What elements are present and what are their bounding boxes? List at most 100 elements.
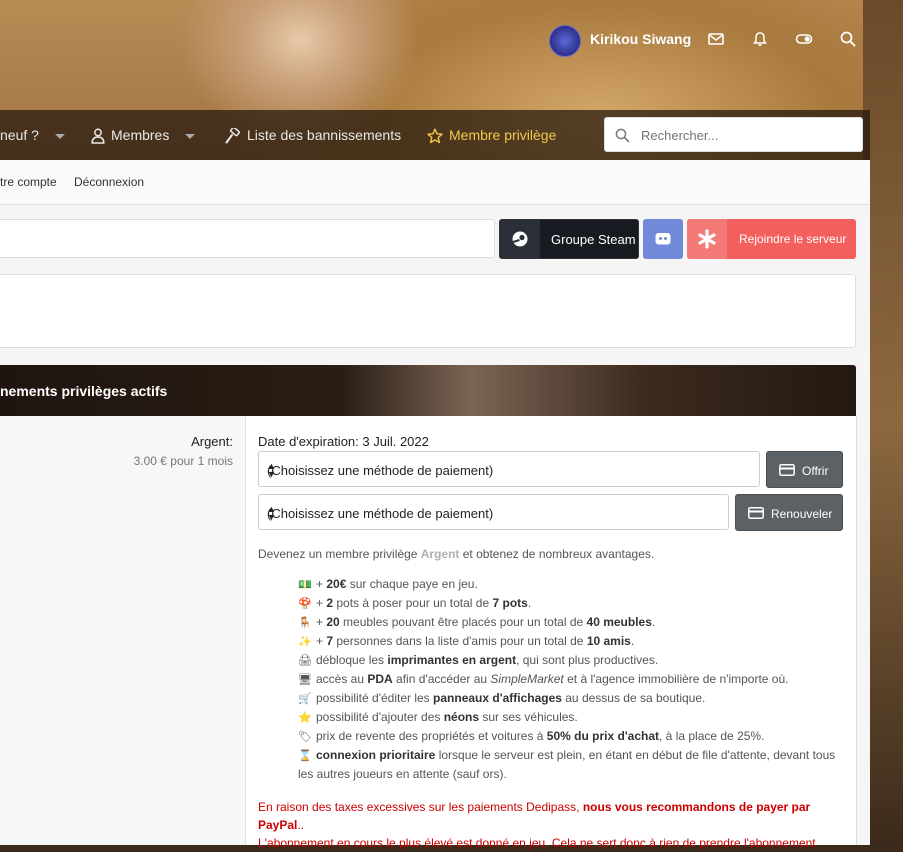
- benefit-text: .: [651, 615, 656, 629]
- subnav-item-account[interactable]: tre compte: [0, 175, 57, 189]
- warning-text: En raison des taxes excessives sur les p…: [258, 800, 583, 814]
- benefit-text: accès au: [316, 672, 368, 686]
- join-server-label: Rejoindre le serveur: [739, 232, 847, 246]
- nav-item-label: Liste des bannissements: [247, 127, 402, 143]
- benefit-text: +: [316, 615, 327, 629]
- benefit-icon: 🖨: [298, 655, 312, 667]
- benefit-text: 40 meubles: [586, 615, 652, 629]
- benefit-item: 🖥 accès au PDA afin d'accéder au SimpleMa…: [298, 670, 843, 689]
- benefits-list: 💵 + 20€ sur chaque paye en jeu. 🍄 + 2 pots …: [298, 575, 843, 783]
- nav-item-privilege[interactable]: Membre privilège: [427, 110, 556, 160]
- search-icon: [615, 128, 630, 143]
- payment-method-select-renew[interactable]: (Choisissez une méthode de paiement) ▲ ▼: [258, 494, 729, 530]
- avatar[interactable]: [549, 25, 581, 57]
- steam-group-label: Groupe Steam: [551, 232, 636, 247]
- user-bar: Kirikou Siwang: [0, 0, 903, 80]
- subnav-item-logout[interactable]: Déconnexion: [74, 175, 144, 189]
- intro-before: Devenez un membre privilège: [258, 547, 421, 561]
- discord-button[interactable]: [643, 219, 683, 259]
- plan-name: Argent:: [191, 434, 233, 449]
- benefit-text: possibilité d'éditer les: [316, 691, 434, 705]
- benefit-icon: 💵: [298, 579, 312, 591]
- benefit-text: , à la place de 25%.: [659, 729, 765, 743]
- subscription-content: Argent: 3.00 € pour 1 mois Date d'expira…: [0, 416, 857, 850]
- benefit-text: 7 pots: [492, 596, 528, 610]
- plan-summary: Argent: 3.00 € pour 1 mois: [0, 416, 246, 845]
- account-subnav: tre compte Déconnexion: [0, 160, 870, 205]
- credit-card-icon: [779, 464, 795, 476]
- benefit-text: afin d'accéder au: [392, 672, 491, 686]
- benefit-text: 10 amis: [586, 634, 631, 648]
- benefit-text: prix de revente des propriétés et voitur…: [316, 729, 547, 743]
- envelope-icon[interactable]: [707, 30, 727, 50]
- benefit-icon: 🏷: [298, 731, 312, 743]
- select-arrows-icon: ▲ ▼: [267, 504, 276, 522]
- benefit-text: .: [630, 634, 635, 648]
- benefit-text: 20€: [326, 577, 347, 591]
- benefit-text: +: [316, 596, 327, 610]
- benefit-text: débloque les: [316, 653, 388, 667]
- benefit-text: connexion prioritaire: [316, 748, 436, 762]
- caret-icon[interactable]: [185, 133, 196, 139]
- benefit-text: 20: [326, 615, 340, 629]
- benefit-item: 🍄 + 2 pots à poser pour un total de 7 pot…: [298, 594, 843, 613]
- benefit-icon: ✨: [298, 636, 312, 648]
- star-icon: [427, 128, 443, 144]
- renew-button[interactable]: Renouveler: [735, 494, 843, 531]
- join-server-button[interactable]: Rejoindre le serveur: [687, 219, 856, 259]
- expiry-date: Date d'expiration: 3 Juil. 2022: [258, 434, 429, 449]
- username[interactable]: Kirikou Siwang: [590, 31, 691, 47]
- intro-after: et obtenez de nombreux avantages.: [459, 547, 655, 561]
- benefit-item: ⌛ connexion prioritaire lorsque le serveu…: [298, 746, 843, 783]
- hammer-icon: [225, 126, 241, 144]
- benefit-item: ⭐ possibilité d'ajouter des néons sur ses…: [298, 708, 843, 727]
- benefit-text: PDA: [367, 672, 393, 686]
- theme-toggle-icon[interactable]: [795, 30, 815, 50]
- benefit-text: .: [527, 596, 532, 610]
- benefit-text: SimpleMarket: [490, 672, 564, 686]
- user-icon: [91, 128, 105, 145]
- offer-label: Offrir: [802, 464, 829, 478]
- search-box[interactable]: [604, 117, 863, 153]
- benefit-text: +: [316, 577, 327, 591]
- steam-icon: [500, 220, 540, 258]
- section-title: nements privilèges actifs: [0, 383, 168, 399]
- search-icon[interactable]: [839, 30, 859, 50]
- benefit-text: imprimantes en argent: [387, 653, 517, 667]
- benefit-text: au dessus de sa boutique.: [561, 691, 706, 705]
- benefit-text: et à l'agence immobilière de n'importe o…: [563, 672, 789, 686]
- benefit-item: 🏷 prix de revente des propriétés et voitu…: [298, 727, 843, 746]
- main-panel: tre compte Déconnexion Groupe Steam Rejo…: [0, 160, 870, 850]
- payment-warning: En raison des taxes excessives sur les p…: [258, 798, 833, 852]
- benefit-item: 🪑 + 20 meubles pouvant être placés pour u…: [298, 613, 843, 632]
- nav-item-whats-new[interactable]: neuf ?: [0, 110, 65, 160]
- benefit-item: 💵 + 20€ sur chaque paye en jeu.: [298, 575, 843, 594]
- bell-icon[interactable]: [751, 30, 771, 50]
- benefit-text: +: [316, 634, 327, 648]
- payment-method-select-offer[interactable]: (Choisissez une méthode de paiement) ▲ ▼: [258, 451, 760, 487]
- discord-icon: [655, 233, 671, 245]
- benefit-item: 🛒 possibilité d'éditer les panneaux d'aff…: [298, 689, 843, 708]
- benefit-item: 🖨 débloque les imprimantes en argent, qui…: [298, 651, 843, 670]
- nav-item-label: neuf ?: [0, 127, 39, 143]
- warning-line2: L'abonnement en cours le plus élevé est …: [258, 836, 816, 850]
- benefit-text: , qui sont plus productives.: [516, 653, 659, 667]
- steam-group-button[interactable]: Groupe Steam: [499, 219, 639, 259]
- benefit-text: 50% du prix d'achat: [546, 729, 660, 743]
- select-arrows-icon: ▲ ▼: [267, 461, 276, 479]
- offer-button[interactable]: Offrir: [766, 451, 843, 488]
- credit-card-icon: [748, 507, 764, 519]
- benefit-icon: ⌛: [298, 750, 312, 762]
- renew-label: Renouveler: [771, 507, 833, 521]
- nav-item-bans[interactable]: Liste des bannissements: [225, 110, 401, 160]
- benefit-item: ✨ + 7 personnes dans la liste d'amis pour…: [298, 632, 843, 651]
- search-input[interactable]: [639, 118, 858, 153]
- benefit-text: personnes dans la liste d'amis pour un t…: [333, 634, 587, 648]
- benefit-text: meubles pouvant être placés pour un tota…: [339, 615, 587, 629]
- nav-item-label: Membres: [111, 127, 170, 143]
- info-box: [0, 274, 856, 348]
- caret-icon[interactable]: [54, 133, 65, 139]
- nav-item-members[interactable]: Membres: [91, 110, 196, 160]
- benefit-text: sur chaque paye en jeu.: [346, 577, 478, 591]
- benefit-icon: ⭐: [298, 712, 312, 724]
